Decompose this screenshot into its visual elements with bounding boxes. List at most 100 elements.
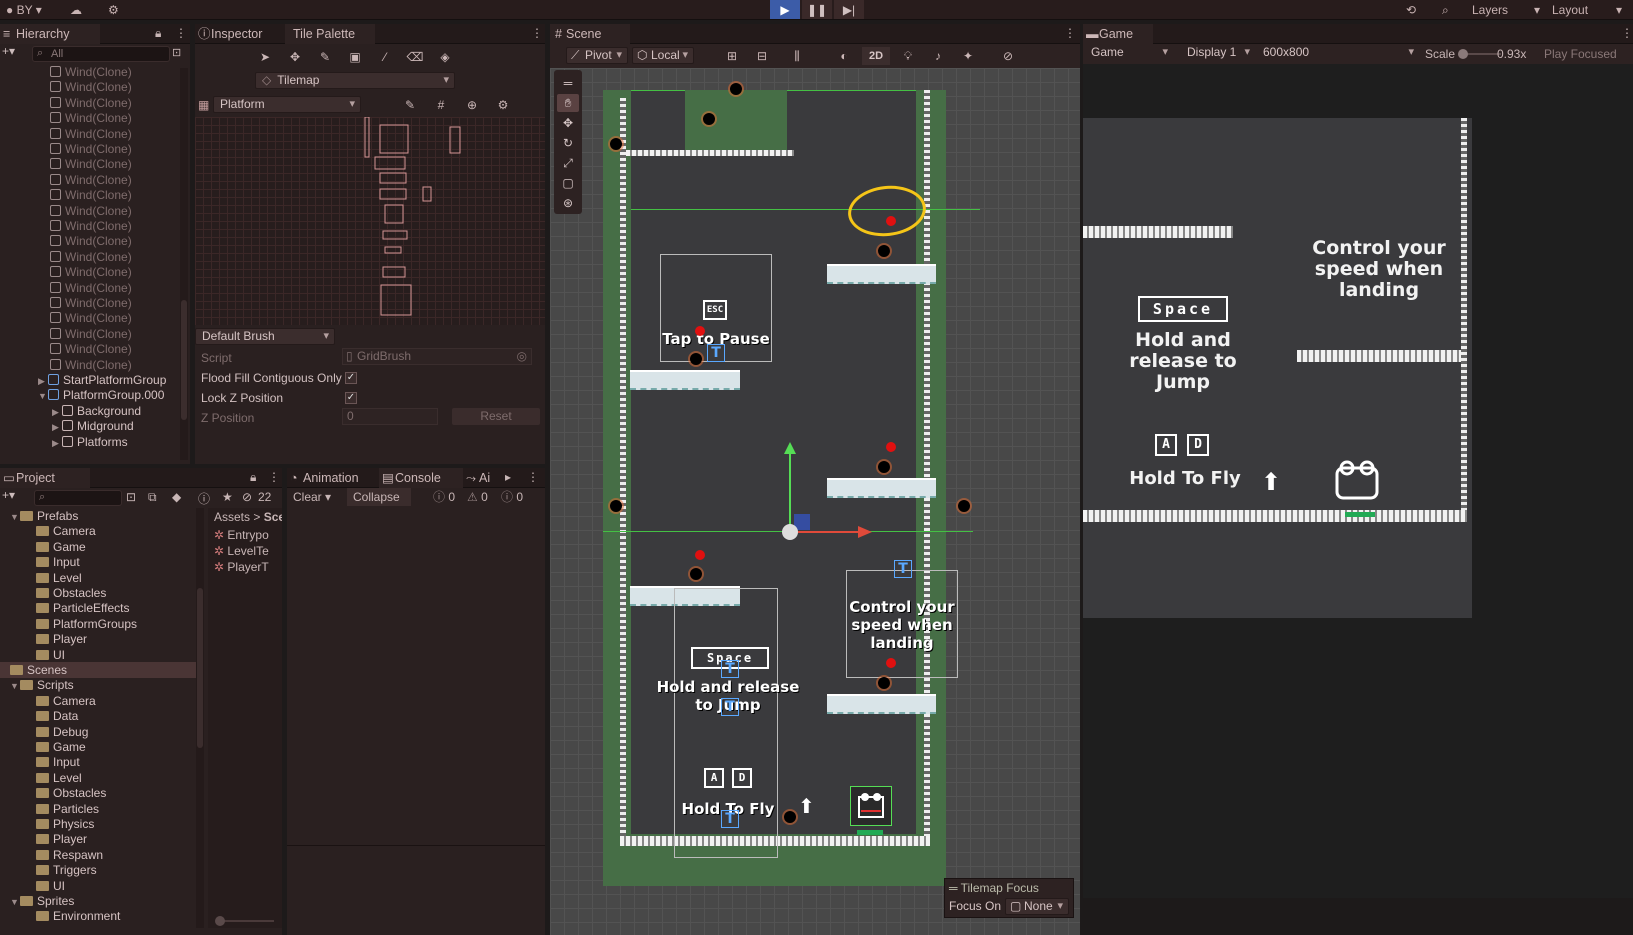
project-folder-item[interactable]: Physics	[0, 816, 196, 832]
add-object-button[interactable]: +▾	[2, 44, 24, 62]
rotate-tool-icon[interactable]: ↻	[557, 134, 579, 152]
project-folder-item[interactable]: Level	[0, 570, 196, 586]
project-folder-item[interactable]: Input	[0, 754, 196, 770]
layers-dropdown[interactable]: Layers ▾	[1472, 2, 1544, 18]
log-count[interactable]: ⓘ 0	[433, 488, 455, 506]
gizmo-toggle-icon[interactable]: ⊕	[460, 96, 484, 114]
hierarchy-search-input[interactable]: ⌕ All	[32, 46, 170, 62]
platform[interactable]	[827, 264, 936, 284]
text-object-icon[interactable]: T	[721, 660, 739, 678]
hierarchy-item-wind[interactable]: Wind(Clone)	[50, 172, 132, 188]
game-viewport[interactable]: Control your speed when landing Space Ho…	[1083, 64, 1633, 898]
play-button[interactable]: ▶	[770, 0, 800, 19]
anchor-point[interactable]	[690, 568, 702, 580]
flood-fill-checkbox[interactable]: ✓	[345, 372, 357, 384]
hierarchy-item-wind[interactable]: Wind(Clone)	[50, 156, 132, 172]
hierarchy-item-child[interactable]: ▶ Midground	[52, 418, 134, 434]
lock-z-checkbox[interactable]: ✓	[345, 392, 357, 404]
text-object-icon[interactable]: T	[721, 810, 739, 828]
display-dropdown[interactable]: Display 1	[1181, 45, 1255, 62]
scale-tool-icon[interactable]: ⤢	[557, 154, 579, 172]
file-item[interactable]: ✲ PlayerT	[214, 560, 269, 576]
scrollbar-thumb[interactable]	[197, 588, 203, 748]
play-focused-toggle[interactable]: Play Focused	[1544, 47, 1617, 61]
focus-on-dropdown[interactable]: ▢ None	[1005, 898, 1069, 915]
slider-handle[interactable]	[215, 916, 225, 926]
local-dropdown[interactable]: ⬡ Local	[632, 47, 694, 64]
project-folder-item[interactable]: Obstacles	[0, 785, 196, 801]
drag-handle-icon[interactable]: ═	[557, 74, 579, 92]
player-character[interactable]	[850, 786, 892, 826]
console-log-area[interactable]	[287, 506, 545, 846]
project-folder-item[interactable]: ▼ Scripts	[0, 677, 196, 693]
tab-console[interactable]: ▤ Console	[379, 468, 463, 488]
scale-slider-handle[interactable]	[1458, 49, 1468, 59]
anchor-point[interactable]	[703, 113, 715, 125]
edit-palette-icon[interactable]: ✎	[398, 96, 422, 114]
tab-animation[interactable]: ◔ Animation	[287, 468, 379, 488]
rect-tool-icon[interactable]: ▢	[557, 174, 579, 192]
tab-hierarchy[interactable]: ≡ Hierarchy	[0, 24, 100, 44]
hierarchy-item-wind[interactable]: Wind(Clone)	[50, 249, 132, 265]
draw-mode-icon[interactable]: ◐	[832, 47, 856, 65]
hidden-packages-icon[interactable]: ⊘	[242, 490, 252, 504]
favorite-icon[interactable]: ★	[222, 490, 233, 504]
hierarchy-item-child[interactable]: ▶ Background	[52, 403, 141, 419]
anchor-point[interactable]	[610, 500, 622, 512]
project-search-input[interactable]: ⌕	[34, 490, 122, 506]
wind-marker[interactable]	[695, 326, 705, 336]
palette-grid[interactable]	[195, 116, 545, 325]
history-icon[interactable]: ⟲	[1406, 2, 1416, 18]
search-options-icon[interactable]: ⊡	[172, 46, 181, 59]
account-dropdown[interactable]: ● BY ▾	[6, 2, 42, 18]
hierarchy-item-wind[interactable]: Wind(Clone)	[50, 187, 132, 203]
tab-inspector[interactable]: ⓘ Inspector	[195, 24, 285, 44]
2d-toggle[interactable]: 2D	[862, 47, 890, 65]
project-folder-item[interactable]: Player	[0, 631, 196, 647]
scale-slider[interactable]	[1458, 49, 1501, 59]
text-object-icon[interactable]: T	[707, 344, 725, 362]
create-asset-button[interactable]: +▾	[2, 488, 15, 502]
project-folder-item[interactable]: Scenes	[0, 662, 196, 678]
transform-tool-icon[interactable]: ⊛	[557, 194, 579, 212]
breadcrumb-current[interactable]: Sce	[264, 510, 282, 524]
anchor-point[interactable]	[958, 500, 970, 512]
box-fill-icon[interactable]: ▣	[343, 48, 367, 66]
hierarchy-item-wind[interactable]: Wind(Clone)	[50, 310, 132, 326]
kebab-menu-icon[interactable]: ⋮	[175, 26, 187, 40]
hierarchy-item-wind[interactable]: Wind(Clone)	[50, 64, 132, 80]
search-by-label-icon[interactable]: ⧉	[148, 490, 157, 505]
hierarchy-item-wind[interactable]: Wind(Clone)	[50, 126, 132, 142]
cloud-icon[interactable]: ☁	[70, 2, 82, 18]
lock-icon[interactable]: 🔒︎	[155, 26, 161, 41]
project-folder-item[interactable]: ▼ Prefabs	[0, 508, 196, 524]
project-folder-item[interactable]: Triggers	[0, 862, 196, 878]
palette-dropdown[interactable]: Platform	[213, 96, 361, 113]
pivot-dropdown[interactable]: ⟋ Pivot	[566, 47, 628, 64]
step-button[interactable]: ▶|	[834, 0, 864, 19]
project-folder-item[interactable]: Camera	[0, 523, 196, 539]
hierarchy-item-wind[interactable]: Wind(Clone)	[50, 264, 132, 280]
project-folder-item[interactable]: Player	[0, 831, 196, 847]
chevron-down-icon[interactable]: ▼	[38, 388, 48, 404]
project-folder-item[interactable]: UI	[0, 647, 196, 663]
tab-game[interactable]: ▬ Game	[1083, 24, 1153, 44]
kebab-menu-icon[interactable]: ⋮	[1064, 26, 1076, 40]
project-folder-item[interactable]: Level	[0, 770, 196, 786]
hierarchy-item-wind[interactable]: Wind(Clone)	[50, 341, 132, 357]
move-tool-icon[interactable]: ✥	[557, 114, 579, 132]
lock-icon[interactable]: 🔒︎	[250, 470, 256, 485]
search-by-type-icon[interactable]: ⊡	[126, 490, 136, 504]
move-tool-icon[interactable]: ✥	[283, 48, 307, 66]
eraser-icon[interactable]: ⌫	[403, 48, 427, 66]
effects-icon[interactable]: ✦	[956, 47, 980, 65]
file-item[interactable]: ✲ Entrypo	[214, 528, 269, 544]
grid-snap-icon[interactable]: ⊞	[720, 47, 744, 65]
project-folder-item[interactable]: Input	[0, 554, 196, 570]
anchor-point[interactable]	[730, 83, 742, 95]
kebab-menu-icon[interactable]: ⋮	[531, 26, 543, 40]
anchor-point[interactable]	[784, 811, 796, 823]
hierarchy-item-wind[interactable]: Wind(Clone)	[50, 141, 132, 157]
hierarchy-scrollbar[interactable]	[180, 68, 188, 460]
scrollbar-thumb[interactable]	[181, 300, 187, 420]
